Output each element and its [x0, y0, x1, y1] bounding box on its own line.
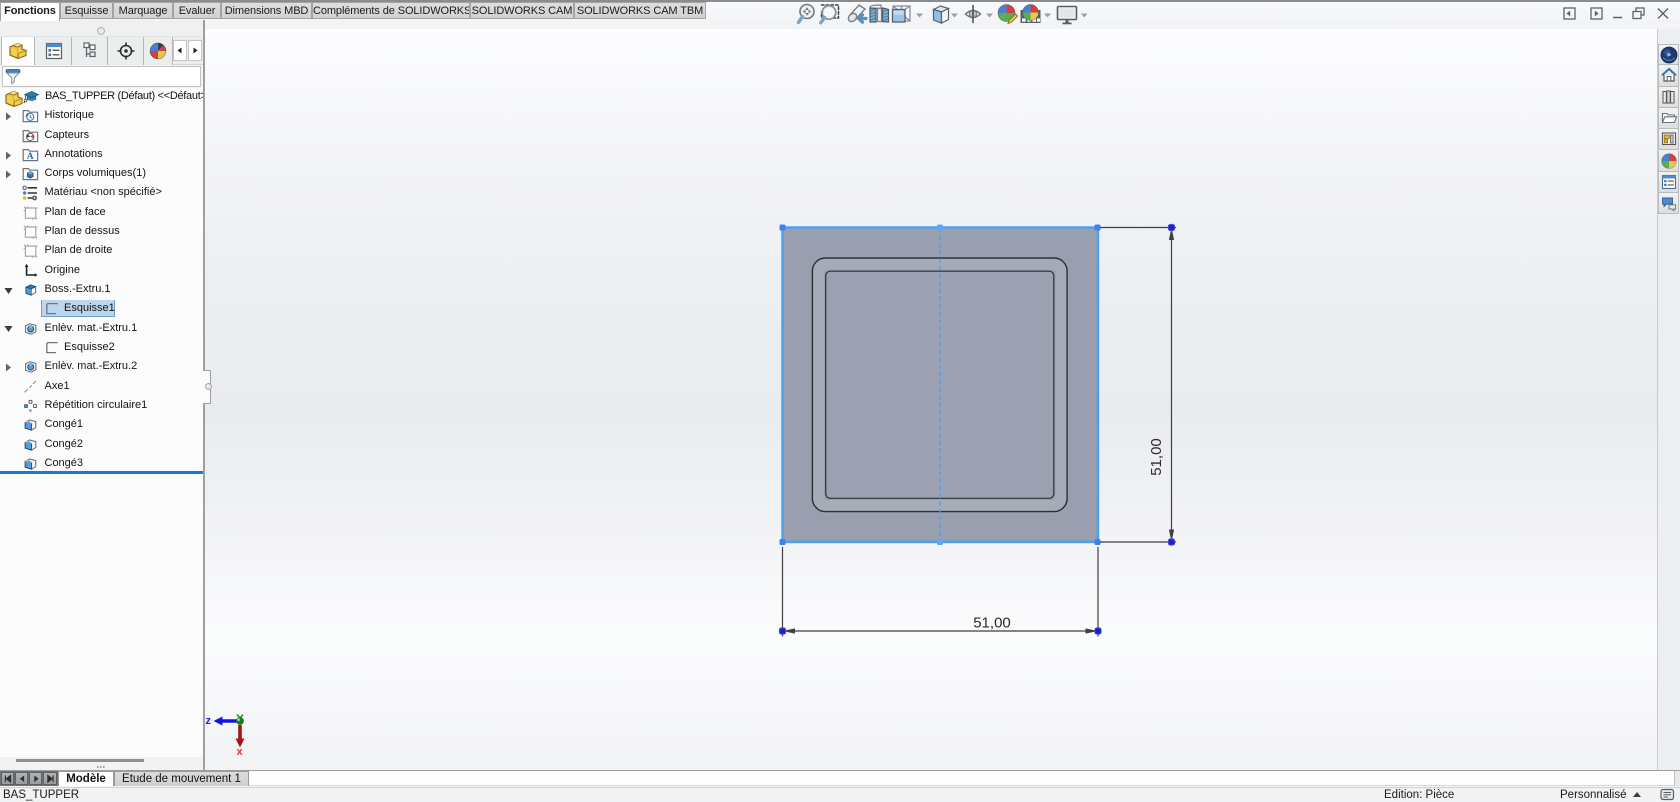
svg-text:z: z [206, 715, 212, 727]
svg-text:x: x [237, 746, 244, 758]
svg-text:51,00: 51,00 [1148, 438, 1165, 476]
svg-text:A: A [27, 152, 34, 162]
svg-text:51,00: 51,00 [973, 615, 1011, 632]
